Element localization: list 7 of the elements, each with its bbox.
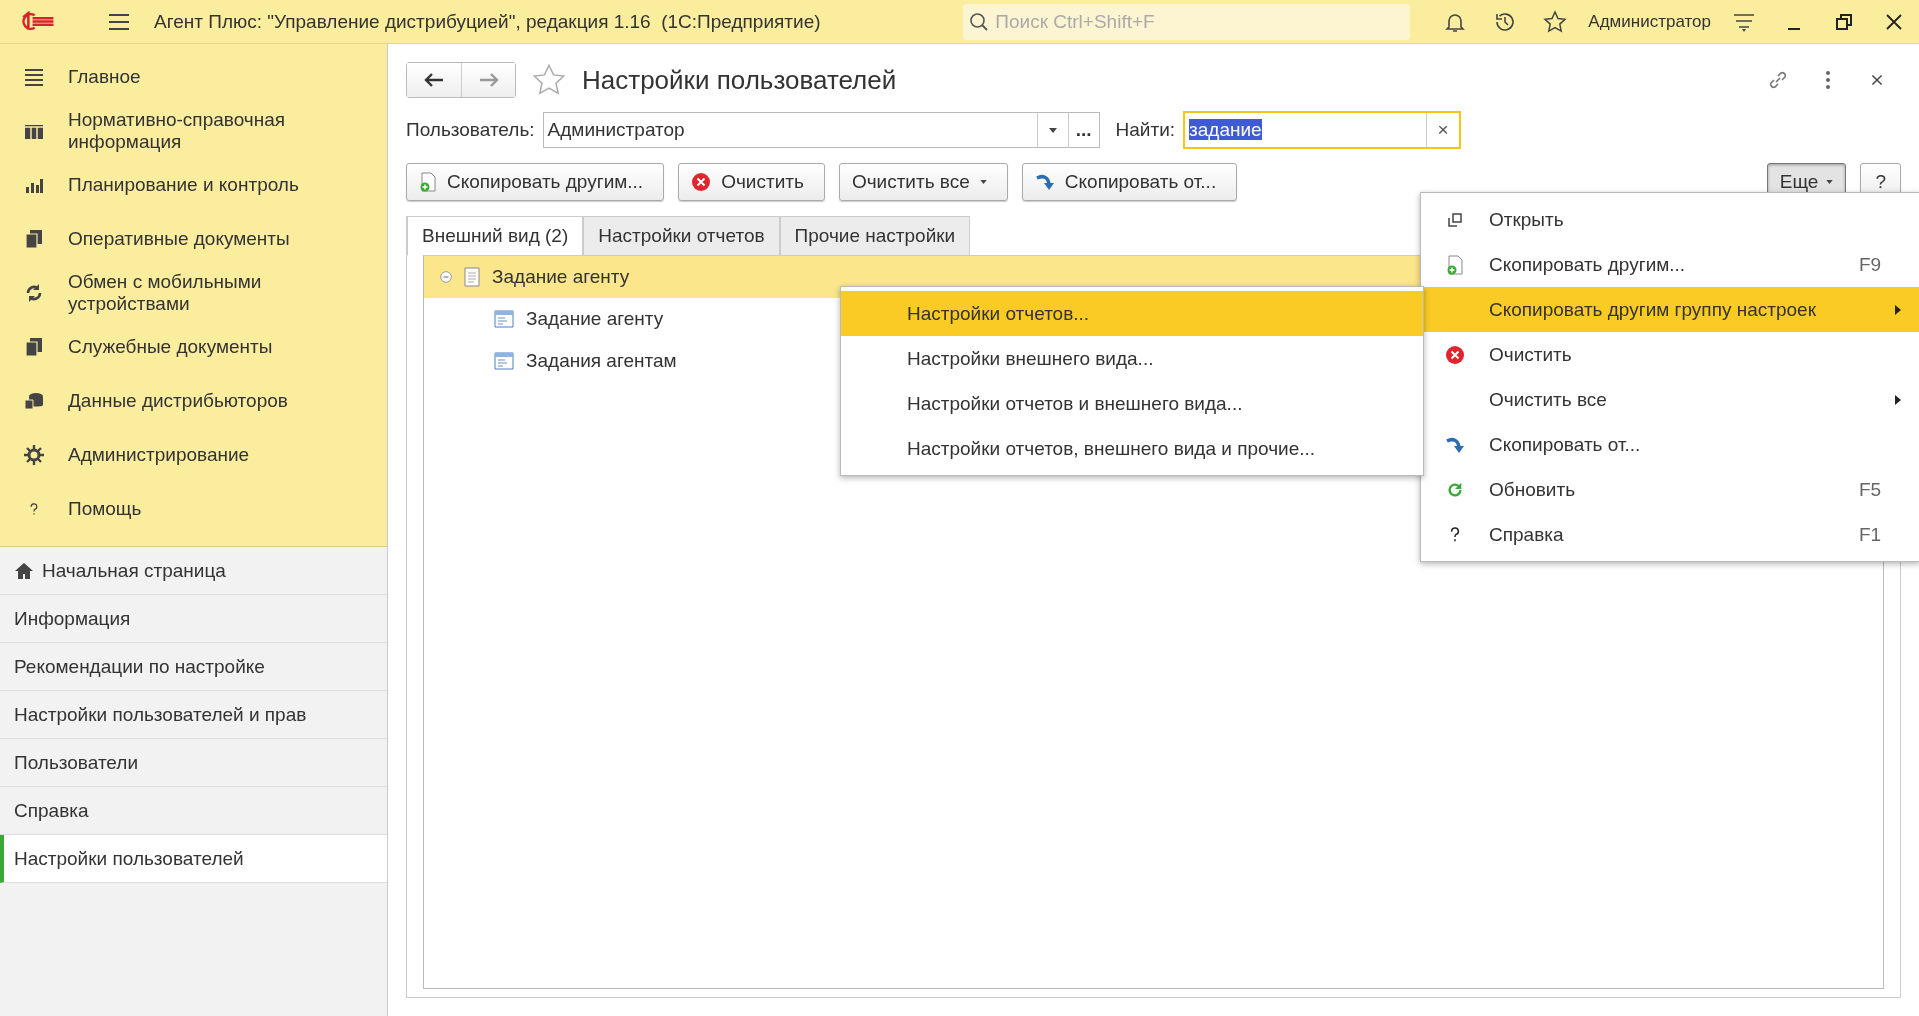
shortcut-label: F5 <box>1859 478 1883 501</box>
user-label: Пользователь: <box>406 119 535 141</box>
form-title: Настройки пользователей <box>582 64 897 96</box>
shortcut-label: F9 <box>1859 253 1883 276</box>
shortcut-label: F1 <box>1859 523 1883 546</box>
find-label: Найти: <box>1115 119 1176 141</box>
window-title: Агент Плюс: "Управление дистрибуцией", редакция 1.16 (1С:Предприятие) <box>154 10 821 33</box>
